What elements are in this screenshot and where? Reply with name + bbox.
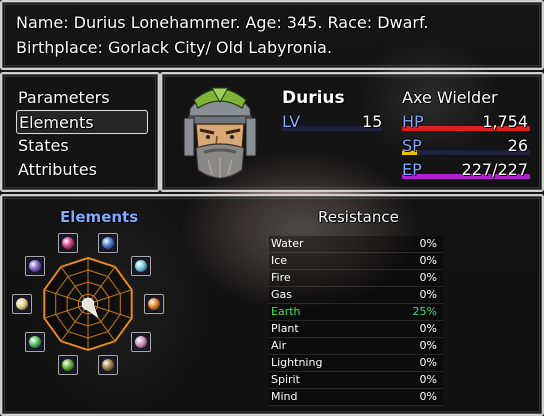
orb-glyph (16, 298, 28, 310)
hp-value: 1,754 (482, 112, 528, 131)
actor-window: Durius Axe Wielder LV 15 HP 1,754 SP 26 … (160, 72, 544, 192)
resistance-value: 0% (419, 322, 437, 335)
hp-label: HP (402, 112, 424, 131)
resistance-value: 0% (419, 356, 437, 369)
resistance-name: Air (271, 339, 287, 352)
resistance-name: Mind (271, 390, 298, 403)
ep-label: EP (402, 160, 422, 179)
resistance-name: Earth (271, 305, 301, 318)
resistance-row-ice: Ice 0% (269, 253, 443, 270)
elements-title: Elements (60, 208, 139, 226)
lv-label: LV (282, 112, 301, 131)
ep-value: 227/227 (461, 160, 528, 179)
info-line-2: Birthplace: Gorlack City/ Old Labyronia. (16, 38, 333, 57)
orb-glyph (148, 298, 160, 310)
command-item-elements[interactable]: Elements (16, 110, 148, 134)
actor-class: Axe Wielder (402, 88, 498, 107)
orb-glyph (102, 237, 114, 249)
resistance-value: 0% (419, 373, 437, 386)
info-window: Name: Durius Lonehammer. Age: 345. Race:… (0, 0, 544, 70)
resistance-value: 0% (419, 254, 437, 267)
command-item-attributes[interactable]: Attributes (16, 158, 148, 182)
command-item-parameters[interactable]: Parameters (16, 86, 148, 110)
resistance-row-earth: Earth 25% (269, 304, 443, 321)
resistance-row-lightning: Lightning 0% (269, 355, 443, 372)
resistance-value: 0% (419, 288, 437, 301)
resistance-name: Lightning (271, 356, 323, 369)
sp-value: 26 (507, 136, 528, 155)
actor-name: Durius (282, 88, 345, 108)
resistance-value: 25% (412, 305, 437, 318)
resistance-row-gas: Gas 0% (269, 287, 443, 304)
elements-radar-chart (43, 256, 133, 352)
resistance-row-mind: Mind 0% (269, 389, 443, 406)
orb-glyph (29, 260, 41, 272)
plant-orb-icon (58, 355, 78, 375)
info-line-1: Name: Durius Lonehammer. Age: 345. Race:… (16, 13, 429, 32)
resistance-name: Spirit (271, 373, 300, 386)
resistance-row-plant: Plant 0% (269, 321, 443, 338)
ice-orb-icon (131, 256, 151, 276)
command-window: Parameters Elements States Attributes (0, 72, 160, 192)
resistance-value: 0% (419, 271, 437, 284)
resistance-value: 0% (419, 339, 437, 352)
earth-orb-icon (98, 355, 118, 375)
orb-glyph (29, 336, 41, 348)
gas-orb-icon (131, 332, 151, 352)
orb-glyph (135, 336, 147, 348)
resistance-value: 0% (419, 237, 437, 250)
orb-glyph (102, 359, 114, 371)
orb-glyph (62, 359, 74, 371)
command-item-states[interactable]: States (16, 134, 148, 158)
air-orb-icon (25, 332, 45, 352)
mind-orb-icon (58, 233, 78, 253)
actor-portrait (183, 87, 257, 179)
resistance-name: Ice (271, 254, 288, 267)
orb-glyph (135, 260, 147, 272)
orb-glyph (62, 237, 74, 249)
spirit-orb-icon (25, 256, 45, 276)
fire-orb-icon (144, 294, 164, 314)
resistance-name: Water (271, 237, 304, 250)
resistance-name: Fire (271, 271, 291, 284)
resistance-row-spirit: Spirit 0% (269, 372, 443, 389)
resistance-title: Resistance (318, 208, 399, 226)
resistance-value: 0% (419, 390, 437, 403)
resistance-name: Plant (271, 322, 299, 335)
elements-window: Elements Resistance Water 0% Ice 0% Fire 0% Ga… (0, 194, 544, 416)
water-orb-icon (98, 233, 118, 253)
resistance-row-air: Air 0% (269, 338, 443, 355)
resistance-row-water: Water 0% (269, 236, 443, 253)
resistance-name: Gas (271, 288, 292, 301)
lv-value: 15 (362, 112, 383, 131)
sp-label: SP (402, 136, 422, 155)
resistance-row-fire: Fire 0% (269, 270, 443, 287)
lightning-orb-icon (12, 294, 32, 314)
